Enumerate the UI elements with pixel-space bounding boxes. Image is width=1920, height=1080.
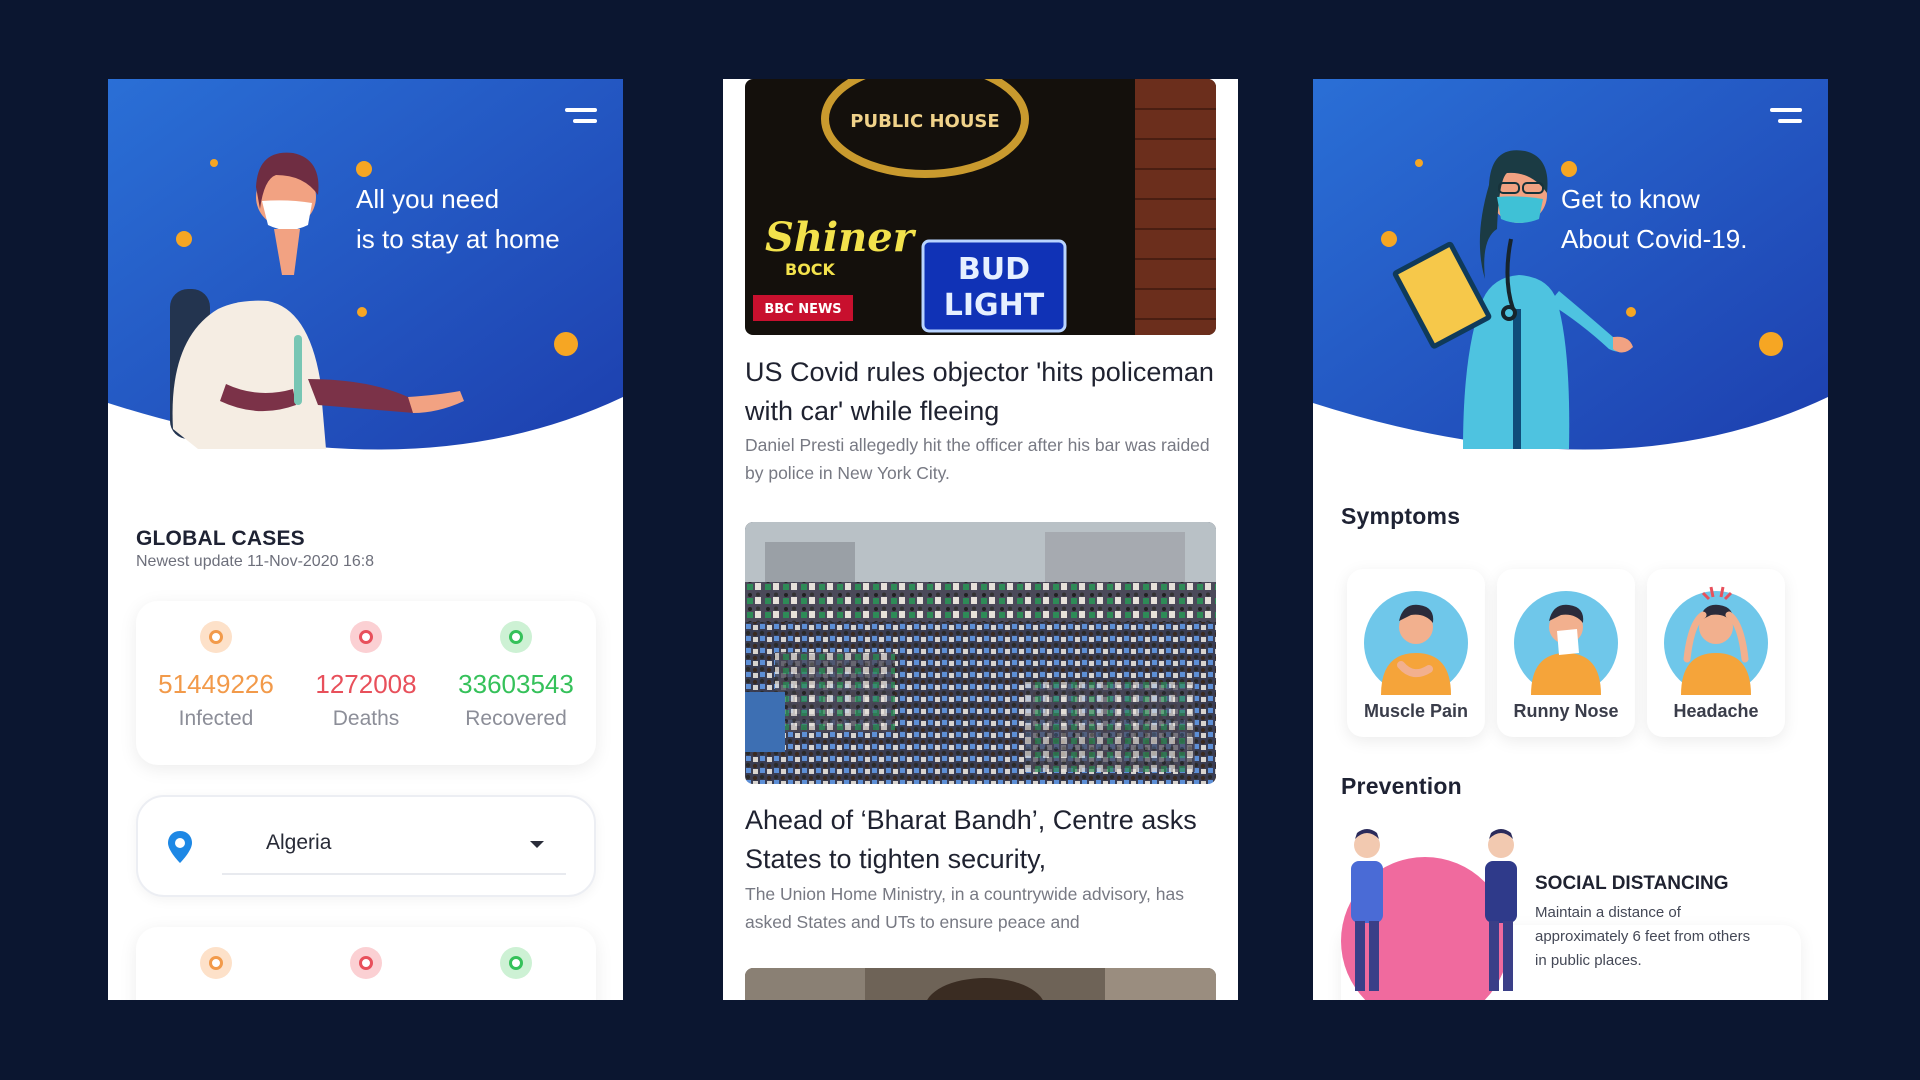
header-text: Get to know About Covid-19. xyxy=(1561,179,1747,259)
country-recovered-stat xyxy=(440,927,592,1000)
prevention-title: Prevention xyxy=(1341,773,1462,799)
recovered-indicator-icon xyxy=(500,947,532,979)
header-line-2: is to stay at home xyxy=(356,224,560,254)
article-1-title[interactable]: US Covid rules objector 'hits policeman … xyxy=(745,353,1216,431)
prevention-card-text: Maintain a distance of approximately 6 f… xyxy=(1535,904,1751,969)
crowd-protest-photo xyxy=(745,522,1216,784)
bock-sign-text: BOCK xyxy=(785,260,836,279)
shiner-sign-text: Shiner xyxy=(765,214,917,261)
deaths-stat: 1272008 Deaths xyxy=(290,601,442,765)
social-distancing-illustration xyxy=(1341,829,1517,1000)
global-stats-card: 51449226 Infected 1272008 Deaths 3360354… xyxy=(136,601,596,765)
header-line-1: All you need xyxy=(356,184,500,214)
menu-button[interactable] xyxy=(563,105,597,129)
article-3-photo xyxy=(745,968,1216,1000)
article-2-description: The Union Home Ministry, in a countrywid… xyxy=(745,884,1184,932)
deaths-label: Deaths xyxy=(332,707,400,730)
infected-label: Infected xyxy=(178,707,254,730)
runny-nose-icon xyxy=(1514,591,1618,695)
symptoms-title: Symptoms xyxy=(1341,503,1461,529)
deaths-indicator-icon xyxy=(350,621,382,653)
country-stats-card xyxy=(136,927,596,1000)
global-cases-title: GLOBAL CASES xyxy=(136,527,305,550)
article-2-title[interactable]: Ahead of ‘Bharat Bandh’, Centre asks Sta… xyxy=(745,801,1216,879)
chevron-down-icon xyxy=(530,841,544,848)
news-screen: PUBLIC HOUSE Shiner BOCK BUD LIGHT BBC N… xyxy=(723,79,1238,1000)
bbc-news-logo-text: BBC NEWS xyxy=(764,302,841,317)
recovered-count: 33603543 xyxy=(458,669,574,699)
country-deaths-stat xyxy=(290,927,442,1000)
country-value: Algeria xyxy=(266,831,332,854)
header-line-2: About Covid-19. xyxy=(1561,224,1748,254)
recovered-stat: 33603543 Recovered xyxy=(440,601,592,765)
symptom-label: Muscle Pain xyxy=(1363,701,1469,721)
update-timestamp: Newest update 11-Nov-2020 16:8 xyxy=(136,553,375,570)
article-2-image[interactable] xyxy=(745,522,1216,784)
symptom-card-runny-nose[interactable]: Runny Nose xyxy=(1497,569,1635,737)
prevention-card-title: SOCIAL DISTANCING xyxy=(1535,873,1729,894)
info-screen: Get to know About Covid-19. Symptoms Mus… xyxy=(1313,79,1828,1000)
country-dropdown[interactable]: Algeria xyxy=(136,795,596,897)
menu-button[interactable] xyxy=(1768,105,1802,129)
home-screen: All you need is to stay at home GLOBAL C… xyxy=(108,79,623,1000)
article-1-description: Daniel Presti allegedly hit the officer … xyxy=(745,435,1210,483)
symptom-card-muscle-pain[interactable]: Muscle Pain xyxy=(1347,569,1485,737)
header-text: All you need is to stay at home xyxy=(356,179,560,259)
public-house-sign-text: PUBLIC HOUSE xyxy=(850,111,999,132)
infected-stat: 51449226 Infected xyxy=(140,601,292,765)
header-line-1: Get to know xyxy=(1561,184,1700,214)
location-pin-icon xyxy=(168,831,192,863)
infected-indicator-icon xyxy=(200,947,232,979)
bar-neon-sign-photo: PUBLIC HOUSE Shiner BOCK BUD LIGHT BBC N… xyxy=(745,79,1216,335)
light-sign-text: LIGHT xyxy=(944,288,1045,323)
article-3-image[interactable] xyxy=(745,968,1216,1000)
woman-mask-illustration xyxy=(170,152,578,449)
bud-sign-text: BUD xyxy=(958,252,1030,287)
symptom-card-headache[interactable]: Headache xyxy=(1647,569,1785,737)
infected-indicator-icon xyxy=(200,621,232,653)
symptom-label: Headache xyxy=(1673,701,1759,721)
headache-icon xyxy=(1664,586,1768,695)
doctor-illustration xyxy=(1381,150,1783,449)
deaths-count: 1272008 xyxy=(315,669,417,699)
article-1-image[interactable]: PUBLIC HOUSE Shiner BOCK BUD LIGHT BBC N… xyxy=(745,79,1216,335)
deaths-indicator-icon xyxy=(350,947,382,979)
recovered-indicator-icon xyxy=(500,621,532,653)
dropdown-underline xyxy=(222,873,566,875)
country-infected-stat xyxy=(140,927,292,1000)
recovered-label: Recovered xyxy=(465,707,567,730)
muscle-pain-icon xyxy=(1364,591,1468,695)
symptom-label: Runny Nose xyxy=(1513,701,1619,721)
infected-count: 51449226 xyxy=(158,669,274,699)
